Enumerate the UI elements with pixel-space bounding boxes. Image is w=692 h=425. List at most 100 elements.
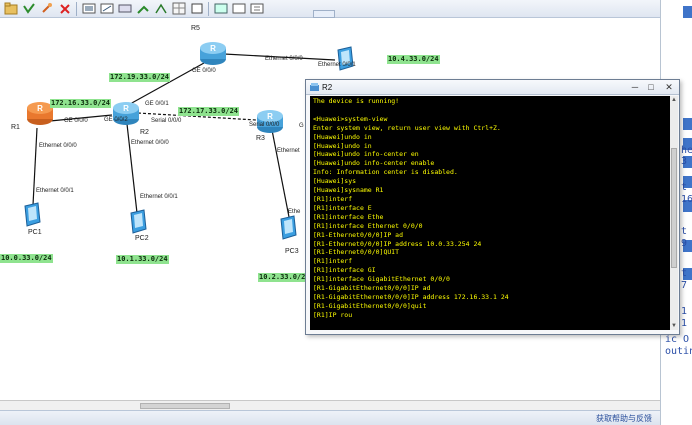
device-label-r1: R1 <box>11 124 20 131</box>
terminal-line: [R1]interface E <box>313 203 372 212</box>
stop-icon[interactable] <box>250 2 264 15</box>
terminal-line: [Huawei]undo in <box>313 132 372 141</box>
terminal-line: [R1-Ethernet0/0/0]IP ad <box>313 230 404 239</box>
panel-text: outin <box>665 346 692 357</box>
scroll-down-icon[interactable]: ▼ <box>670 322 678 330</box>
canvas-horizontal-scrollbar[interactable] <box>0 400 660 410</box>
help-feedback-link[interactable]: 获取帮助与反馈 <box>596 413 652 424</box>
pc3-icon[interactable] <box>276 215 302 241</box>
undo-icon[interactable] <box>40 2 54 15</box>
port-label-pc1-eth: Ethernet 0/0/1 <box>36 188 74 194</box>
panel-close-tab[interactable] <box>683 6 692 18</box>
panel-text: 9 <box>681 238 688 249</box>
ensp-workspace: R R R R R1 R2 R5 R3 PC1 PC2 PC3 172.19.3… <box>0 0 692 425</box>
panel-text: 7 <box>681 280 688 291</box>
terminal-line: <Huawei>system-view <box>313 114 388 123</box>
terminal-line: [R1-GigabitEthernet0/0/0]quit <box>313 301 427 310</box>
toolbar-separator <box>208 2 209 16</box>
network-label-pc1: 10.0.33.0/24 <box>0 254 53 263</box>
scrollbar-thumb[interactable] <box>671 148 677 268</box>
terminal-line: [R1]interface Ethe <box>313 212 384 221</box>
scroll-up-icon[interactable]: ▲ <box>670 96 678 104</box>
router-console-icon <box>310 83 319 91</box>
panel-tab[interactable] <box>683 118 692 130</box>
terminal-line: Info: Information center is disabled. <box>313 168 458 177</box>
link-r2-pc2[interactable] <box>126 123 138 214</box>
hand-icon[interactable] <box>136 2 150 15</box>
terminal-line: [R1-Ethernet0/0/0]QUIT <box>313 248 400 257</box>
status-bar: 获取帮助与反馈 <box>0 410 660 425</box>
network-label-pc3: 10.2.33.0/2 <box>258 273 307 282</box>
text-icon[interactable] <box>154 2 168 15</box>
terminal-vertical-scrollbar[interactable]: ▲ ▼ <box>670 96 678 330</box>
panel-text: ic O <box>665 334 690 345</box>
main-toolbar <box>0 0 660 18</box>
save-icon[interactable] <box>22 2 36 15</box>
maximize-button[interactable]: □ <box>645 82 657 92</box>
terminal-window[interactable]: R2 ─ □ ✕ The device is running! <Huawei>… <box>305 79 680 335</box>
grid-icon[interactable] <box>172 2 186 15</box>
toolbar-separator <box>76 2 77 16</box>
terminal-line: [Huawei]sys <box>313 177 357 186</box>
terminal-line: [Huawei]undo in <box>313 141 372 150</box>
scrollbar-thumb[interactable] <box>140 403 230 409</box>
svg-text:R: R <box>123 104 129 113</box>
toolbar-badge <box>313 10 335 18</box>
device-label-pc3: PC3 <box>285 248 299 255</box>
terminal-line: [R1]interface GigabitEthernet 0/0/0 <box>313 275 450 284</box>
terminal-line: [R1]interface GI <box>313 266 376 275</box>
router-r3-icon[interactable]: R <box>256 108 284 134</box>
rect-icon[interactable] <box>190 2 204 15</box>
port-label-pc4-eth: Ethernet 0/0/1 <box>318 62 356 68</box>
network-label-r5-pc4: 10.4.33.0/24 <box>387 55 440 64</box>
port-label-r1-eth: Ethernet 0/0/0 <box>39 143 77 149</box>
port-label-r2-serial: Serial 0/0/0 <box>151 118 182 124</box>
link-icon[interactable] <box>100 2 114 15</box>
panel-text: 3 <box>681 156 688 167</box>
device-icon[interactable] <box>118 2 132 15</box>
panel-text: t <box>681 182 688 193</box>
terminal-line: [R1]interf <box>313 194 353 203</box>
device-label-r2: R2 <box>140 129 149 136</box>
open-icon[interactable] <box>4 2 18 15</box>
terminal-line: [R1-Ethernet0/0/0]IP address 10.0.33.254… <box>313 239 482 248</box>
terminal-output[interactable]: The device is running! <Huawei>system-vi… <box>310 96 670 330</box>
port-label-r5-eth: Ethernet 0/0/0 <box>265 56 303 62</box>
terminal-line: [R1-GigabitEthernet0/0/0]IP address 172.… <box>313 292 509 301</box>
port-label-pc3-eth: Ethe <box>288 209 301 215</box>
router-r5-icon[interactable]: R <box>199 40 227 66</box>
port-label-r2-eth: Ethernet 0/0/0 <box>131 140 169 146</box>
terminal-title: R2 <box>322 83 333 92</box>
port-label-r3-serial: Serial 0/0/0 <box>249 122 280 128</box>
connect-icon[interactable] <box>82 2 96 15</box>
capture-icon[interactable] <box>214 2 228 15</box>
network-label-pc2: 10.1.33.0/24 <box>116 255 169 264</box>
network-label-r1-r2: 172.16.33.0/24 <box>50 99 112 108</box>
svg-text:R: R <box>210 44 216 53</box>
terminal-line: [Huawei]undo info-center enable <box>313 159 435 168</box>
panel-text: 1 <box>681 306 688 317</box>
port-label-r5-ge: GE 0/0/0 <box>192 68 216 74</box>
panel-text: he <box>681 145 692 156</box>
terminal-line: [R1-GigabitEthernet0/0/0]IP ad <box>313 284 431 293</box>
terminal-line: [Huawei]sysname R1 <box>313 186 384 195</box>
device-label-r3: R3 <box>256 135 265 142</box>
port-label-r2-ge2: GE 0/0/2 <box>104 117 128 123</box>
svg-text:R: R <box>267 112 273 121</box>
port-label-r3-eth: Ethernet <box>277 148 300 154</box>
pc2-icon[interactable] <box>126 209 152 235</box>
link-r3-pc3[interactable] <box>271 129 290 218</box>
terminal-line: The device is running! <box>313 97 400 105</box>
terminal-line: Enter system view, return user view with… <box>313 123 501 132</box>
network-label-r2-r5: 172.19.33.0/24 <box>109 73 171 82</box>
delete-icon[interactable] <box>58 2 72 15</box>
close-button[interactable]: ✕ <box>663 82 675 92</box>
start-icon[interactable] <box>232 2 246 15</box>
panel-text: t <box>681 226 688 237</box>
pc1-icon[interactable] <box>20 202 46 228</box>
device-label-pc1: PC1 <box>28 229 42 236</box>
port-label-r2-ge1: GE 0/0/1 <box>145 101 169 107</box>
terminal-titlebar[interactable]: R2 ─ □ ✕ <box>306 80 679 95</box>
minimize-button[interactable]: ─ <box>629 82 641 92</box>
